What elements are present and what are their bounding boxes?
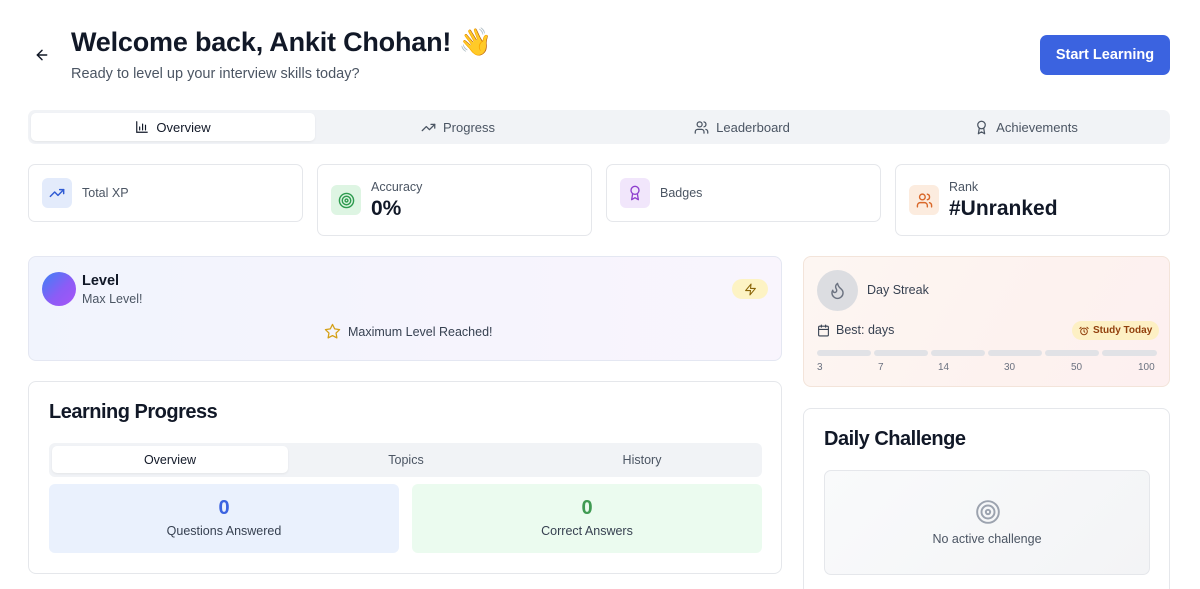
milestone-label: 100 <box>1138 362 1155 373</box>
target-icon <box>976 500 1000 524</box>
streak-segment <box>988 350 1042 356</box>
alarm-clock-icon <box>1079 326 1089 335</box>
users-icon <box>916 192 932 208</box>
milestone-label: 50 <box>1071 362 1083 373</box>
tab-progress-label: Progress <box>442 119 496 135</box>
streak-segment <box>1045 350 1099 356</box>
tab-achievements[interactable]: Achievements <box>884 113 1168 141</box>
tab-lp-topics[interactable]: Topics <box>288 446 524 473</box>
learning-progress-tabs: Overview Topics History <box>49 443 762 477</box>
best-streak-text: Best: days <box>836 323 895 337</box>
total-xp-card: Total XP <box>28 164 303 222</box>
accuracy-icon-box <box>331 185 361 215</box>
flame-icon <box>831 282 844 300</box>
tab-overview-label: Overview <box>156 119 211 135</box>
milestone-label: 7 <box>878 362 884 373</box>
streak-segment <box>874 350 928 356</box>
correct-answers-label: Correct Answers <box>541 524 633 538</box>
daily-challenge-title: Daily Challenge <box>824 428 966 450</box>
accuracy-value: 0% <box>371 197 402 220</box>
streak-card: Day Streak Best: days Study Today 3 7 14… <box>803 256 1170 387</box>
star-icon <box>324 323 341 339</box>
start-learning-button[interactable]: Start Learning <box>1040 35 1170 75</box>
rank-value: #Unranked <box>949 197 1058 220</box>
no-active-challenge-text: No active challenge <box>932 532 1042 546</box>
level-title: Level <box>82 273 120 289</box>
level-avatar <box>42 272 76 306</box>
study-today-badge: Study Today <box>1072 321 1160 340</box>
target-icon-wrap <box>975 499 1001 525</box>
tab-achievements-label: Achievements <box>996 119 1078 135</box>
award-icon <box>977 120 987 134</box>
lightning-icon <box>744 283 756 295</box>
rank-card: Rank #Unranked <box>895 164 1170 236</box>
tab-lp-history[interactable]: History <box>524 446 760 473</box>
tab-leaderboard-label: Leaderboard <box>716 119 790 135</box>
correct-answers-value: 0 <box>581 497 593 519</box>
tab-leaderboard[interactable]: Leaderboard <box>600 113 884 141</box>
badges-label: Badges <box>660 186 703 200</box>
back-button[interactable] <box>30 43 54 67</box>
learning-progress-title: Learning Progress <box>49 401 218 423</box>
main-tabs: Overview Progress Leaderboard Achievemen… <box>28 110 1170 144</box>
questions-answered-metric: 0 Questions Answered <box>49 484 399 553</box>
tab-progress[interactable]: Progress <box>316 113 600 141</box>
rank-label: Rank <box>949 180 979 194</box>
total-xp-icon-box <box>42 178 72 208</box>
tab-lp-overview[interactable]: Overview <box>52 446 288 473</box>
milestone-label: 3 <box>817 362 823 373</box>
milestone-label: 14 <box>938 362 950 373</box>
arrow-left-icon <box>36 49 48 61</box>
level-bolt-badge <box>732 279 768 299</box>
daily-challenge-card: Daily Challenge No active challenge <box>803 408 1170 589</box>
trending-up-icon <box>49 188 65 198</box>
daily-challenge-empty-state: No active challenge <box>824 470 1150 575</box>
tab-overview[interactable]: Overview <box>31 113 315 141</box>
calendar-icon <box>818 324 829 336</box>
best-streak: Best: days <box>817 323 894 337</box>
learning-progress-card: Learning Progress Overview Topics Histor… <box>28 381 782 574</box>
max-level-text: Maximum Level Reached! <box>348 324 493 339</box>
badges-card: Badges <box>606 164 881 222</box>
milestone-label: 30 <box>1004 362 1016 373</box>
total-xp-label: Total XP <box>82 186 129 200</box>
users-icon <box>694 120 709 134</box>
page-title: Welcome back, Ankit Chohan! 👋 <box>71 27 492 57</box>
award-icon <box>630 185 640 201</box>
streak-segment <box>817 350 871 356</box>
level-subtitle: Max Level! <box>82 292 143 306</box>
streak-label: Day Streak <box>867 283 929 297</box>
bar-chart-icon <box>136 121 149 133</box>
flame-circle <box>817 270 858 311</box>
badges-icon-box <box>620 178 650 208</box>
streak-segment <box>931 350 985 356</box>
questions-answered-label: Questions Answered <box>166 524 282 538</box>
level-card: Level Max Level! Maximum Level Reached! <box>28 256 782 361</box>
study-today-text: Study Today <box>1093 325 1153 336</box>
streak-segment <box>1102 350 1157 356</box>
trending-up-icon <box>421 123 436 131</box>
accuracy-label: Accuracy <box>371 180 423 194</box>
correct-answers-metric: 0 Correct Answers <box>412 484 762 553</box>
accuracy-card: Accuracy 0% <box>317 164 592 236</box>
max-level-message: Maximum Level Reached! <box>324 323 493 340</box>
questions-answered-value: 0 <box>218 497 230 519</box>
page-subtitle: Ready to level up your interview skills … <box>71 66 360 82</box>
target-icon <box>338 192 354 208</box>
rank-icon-box <box>909 185 939 215</box>
